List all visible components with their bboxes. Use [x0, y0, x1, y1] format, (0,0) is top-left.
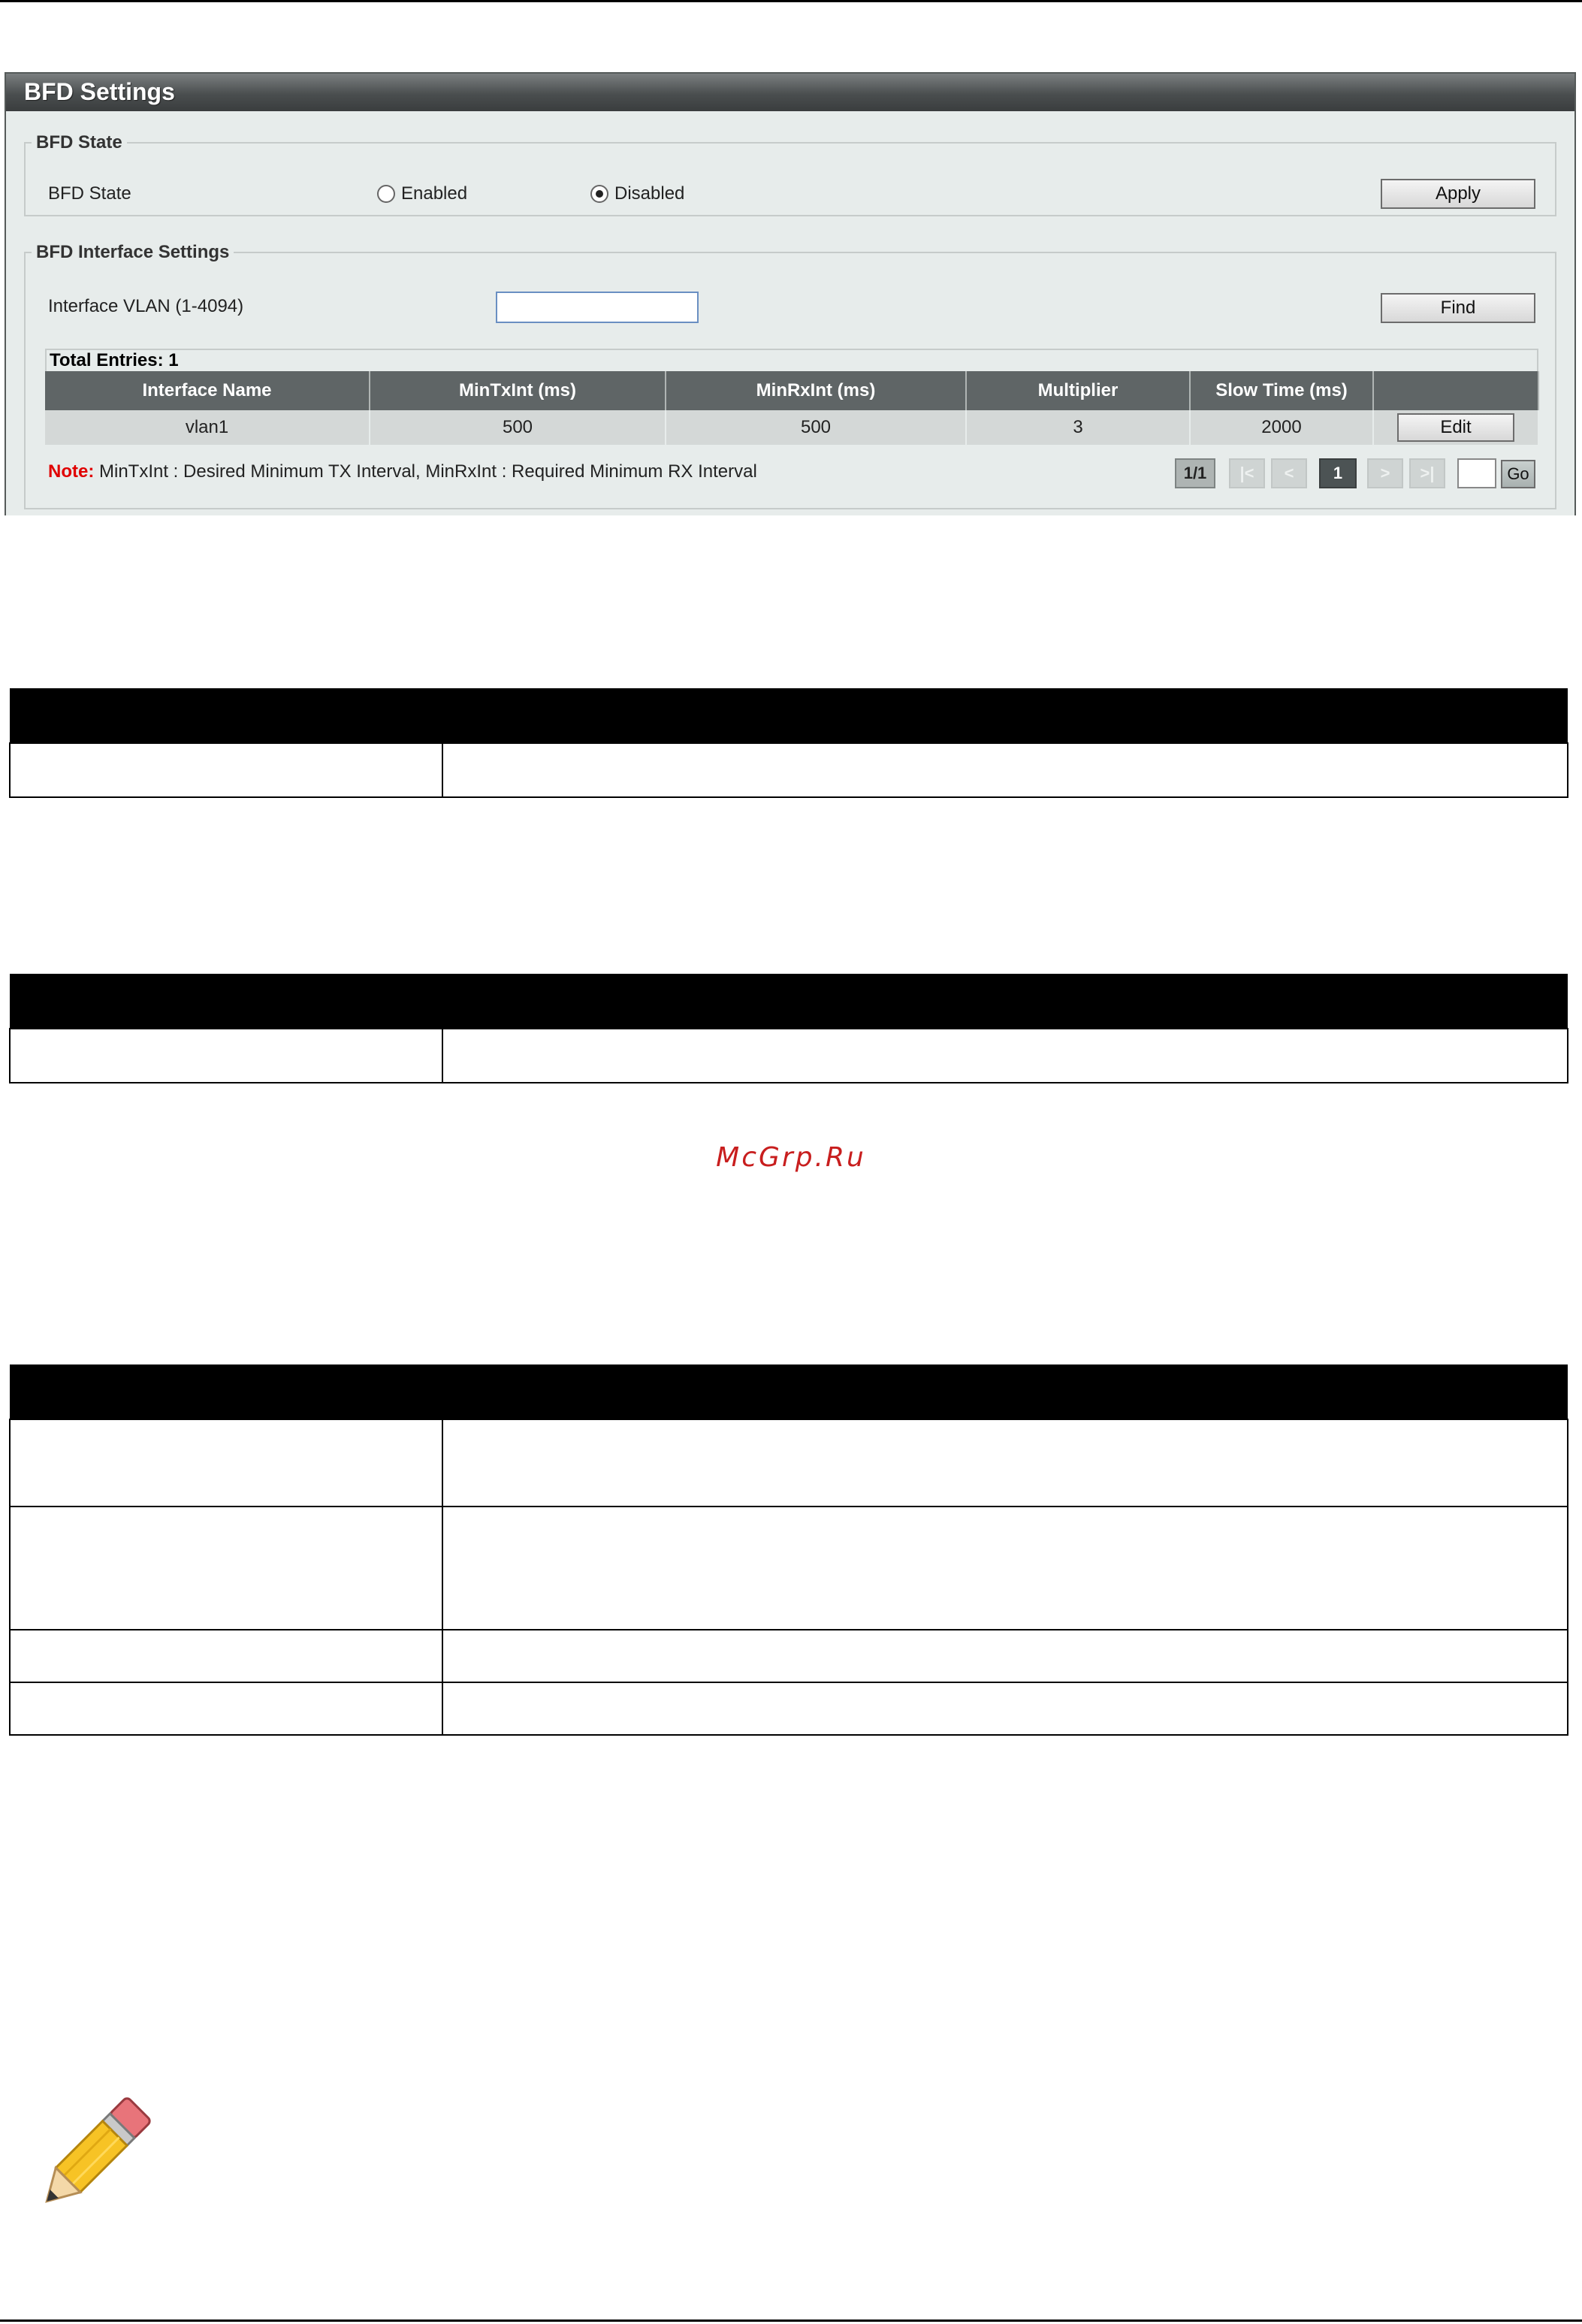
col-interface-name: Interface Name: [45, 371, 370, 410]
interface-settings-legend: BFD Interface Settings: [36, 242, 230, 262]
enabled-label[interactable]: Enabled: [401, 183, 467, 204]
cell-slow-time: 2000: [1190, 410, 1374, 445]
total-entries: Total Entries: 1: [50, 350, 179, 370]
disabled-radio[interactable]: [590, 185, 608, 203]
doc-table-2: [9, 974, 1568, 1083]
table-row: [9, 742, 1568, 798]
doc-table-1-header: [10, 688, 1568, 743]
table-row: [9, 1028, 1568, 1083]
bfd-state-fieldset: BFD State: [24, 132, 1556, 216]
cell-min-tx: 500: [370, 410, 666, 445]
cell-multiplier: 3: [966, 410, 1191, 445]
page-number-input[interactable]: [1457, 458, 1496, 488]
cell-action: Edit: [1373, 410, 1539, 445]
page-info: 1/1: [1175, 458, 1215, 488]
watermark: McGrp.Ru: [716, 1142, 866, 1173]
find-button[interactable]: Find: [1381, 293, 1535, 323]
cell-interface-name: vlan1: [45, 410, 370, 445]
table-row: vlan1 500 500 3 2000 Edit: [45, 410, 1539, 445]
current-page-button[interactable]: 1: [1319, 458, 1357, 488]
go-button[interactable]: Go: [1501, 460, 1535, 488]
first-page-button[interactable]: |<: [1229, 458, 1265, 488]
col-min-tx: MinTxInt (ms): [370, 371, 666, 410]
table-row: [9, 1506, 1568, 1630]
bottom-rule: [0, 2319, 1582, 2322]
doc-table-3: [9, 1364, 1568, 1736]
prev-page-button[interactable]: <: [1271, 458, 1307, 488]
col-min-rx: MinRxInt (ms): [666, 371, 967, 410]
last-page-button[interactable]: >|: [1409, 458, 1445, 488]
enabled-radio[interactable]: [377, 185, 395, 203]
interface-vlan-input[interactable]: [496, 292, 699, 323]
interface-vlan-label: Interface VLAN (1-4094): [48, 296, 244, 316]
doc-table-1: [9, 688, 1568, 798]
note-label: Note:: [48, 461, 95, 482]
edit-button[interactable]: Edit: [1397, 413, 1514, 442]
col-slow-time: Slow Time (ms): [1190, 371, 1374, 410]
apply-button[interactable]: Apply: [1381, 179, 1535, 209]
top-rule: [0, 0, 1582, 2]
table-header-row: Interface Name MinTxInt (ms) MinRxInt (m…: [45, 371, 1539, 410]
cell-min-rx: 500: [666, 410, 967, 445]
table-row: [9, 1629, 1568, 1683]
col-multiplier: Multiplier: [966, 371, 1191, 410]
window-title: BFD Settings: [6, 74, 1574, 111]
doc-table-2-header: [10, 974, 1568, 1029]
next-page-button[interactable]: >: [1367, 458, 1403, 488]
doc-table-3-header: [10, 1364, 1568, 1419]
interface-table: Interface Name MinTxInt (ms) MinRxInt (m…: [45, 371, 1539, 445]
bfd-state-label: BFD State: [48, 183, 131, 204]
note-text: MinTxInt : Desired Minimum TX Interval, …: [99, 461, 757, 482]
pencil-icon: [45, 2097, 151, 2203]
bfd-settings-window: BFD Settings BFD State BFD State Enabled…: [5, 72, 1576, 515]
note-line: Note: MinTxInt : Desired Minimum TX Inte…: [48, 461, 757, 482]
bfd-state-legend: BFD State: [36, 132, 122, 153]
total-entries-bar: Total Entries: 1: [45, 349, 1538, 371]
disabled-label[interactable]: Disabled: [614, 183, 684, 204]
col-action: [1373, 371, 1539, 410]
table-row: [9, 1419, 1568, 1507]
table-row: [9, 1682, 1568, 1736]
